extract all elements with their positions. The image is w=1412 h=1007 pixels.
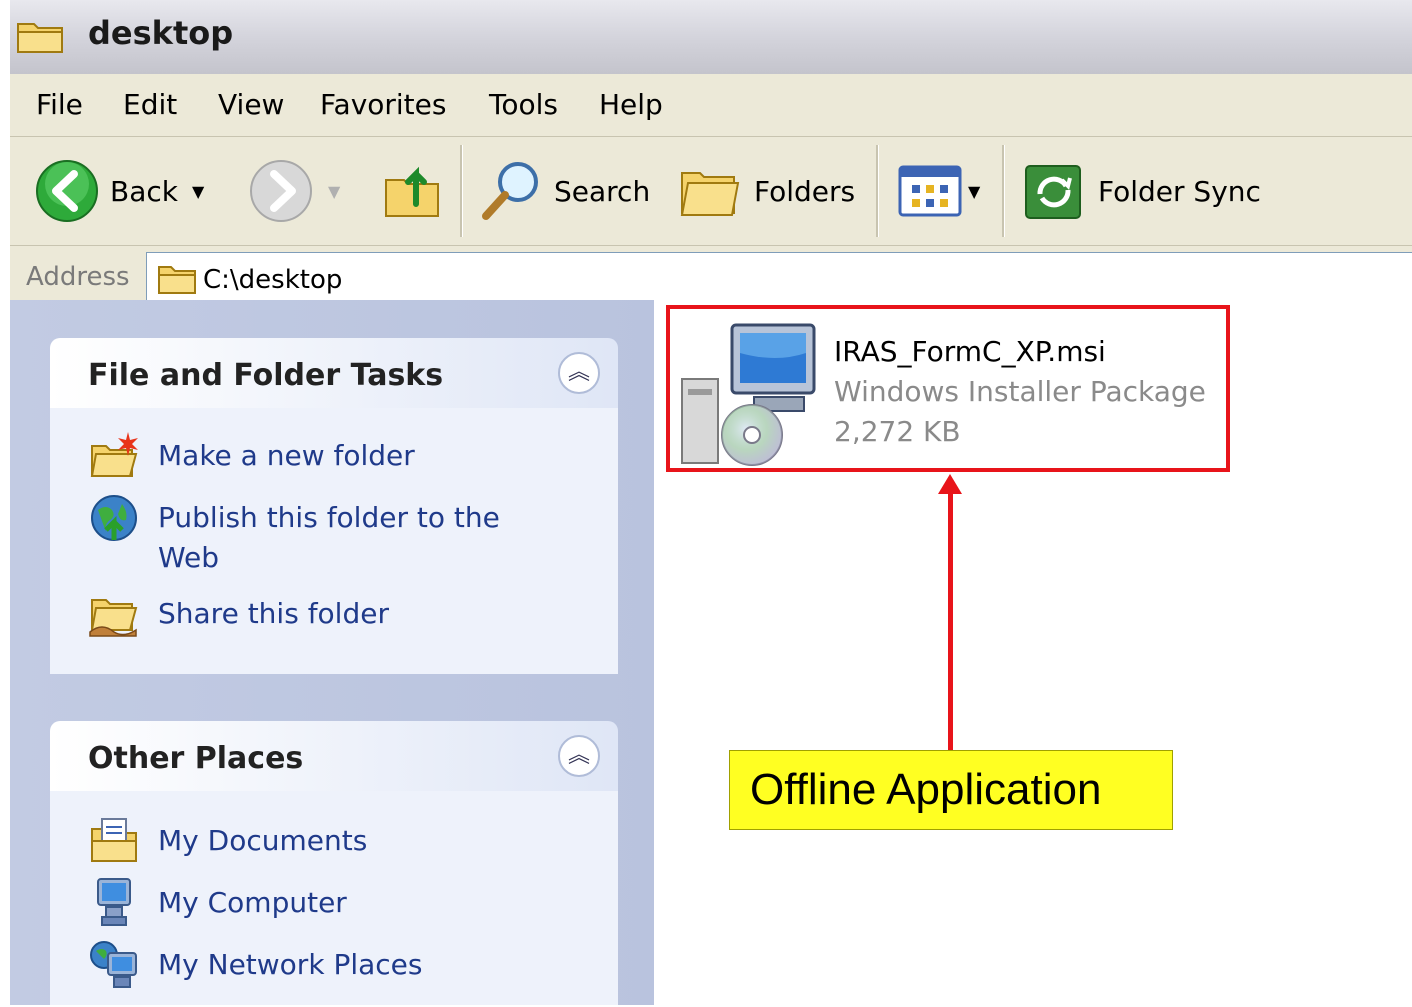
publish-web-icon (91, 495, 137, 541)
task-make-new-folder[interactable]: Make a new folder (50, 432, 618, 494)
task-share-folder[interactable]: Share this folder (50, 594, 618, 652)
menu-bar: File Edit View Favorites Tools Help (10, 74, 1412, 137)
menu-help[interactable]: Help (599, 88, 663, 121)
file-name: IRAS_FormC_XP.msi (834, 335, 1106, 368)
place-label: My Documents (158, 824, 368, 857)
place-my-documents[interactable]: My Documents (50, 818, 618, 883)
folders-button[interactable]: Folders (678, 137, 855, 245)
toolbar-separator (460, 145, 463, 237)
share-folder-icon (89, 599, 138, 637)
address-field[interactable]: C:\desktop (146, 252, 1412, 301)
back-label: Back (110, 174, 178, 208)
panel-header[interactable]: File and Folder Tasks ︽ (50, 338, 618, 408)
back-dropdown-icon[interactable]: ▼ (192, 182, 204, 201)
network-places-icon (90, 941, 137, 988)
task-label: Share this folder (158, 597, 389, 630)
toolbar: Back ▼ ▼ Search Folders ▼ Folder Sync (10, 137, 1412, 246)
task-pane: File and Folder Tasks ︽ Make a new folde… (10, 300, 654, 1005)
folder-icon (158, 266, 196, 294)
search-label: Search (554, 174, 651, 208)
file-item-highlight[interactable]: IRAS_FormC_XP.msi Windows Installer Pack… (666, 305, 1230, 472)
views-dropdown-icon[interactable]: ▼ (968, 182, 980, 201)
views-button[interactable]: ▼ (898, 137, 980, 245)
my-documents-icon (91, 818, 137, 862)
menu-view[interactable]: View (218, 88, 284, 121)
folder-sync-label: Folder Sync (1098, 174, 1261, 208)
annotation-callout: Offline Application (729, 750, 1173, 830)
menu-edit[interactable]: Edit (123, 88, 177, 121)
new-folder-icon (90, 432, 138, 477)
place-label: My Computer (158, 886, 347, 919)
annotation-arrow-line (948, 488, 953, 750)
address-path: C:\desktop (203, 265, 343, 295)
forward-button[interactable]: ▼ (248, 137, 340, 245)
search-icon (482, 162, 538, 220)
other-places-panel: Other Places ︽ My Documents My Computer … (50, 721, 618, 1005)
task-publish-folder[interactable]: Publish this folder to the Web (50, 494, 618, 594)
folder-icon (17, 23, 63, 53)
place-my-network-places[interactable]: My Network Places (50, 941, 618, 1007)
installer-package-icon (681, 323, 816, 466)
menu-file[interactable]: File (36, 88, 83, 121)
collapse-chevron-icon[interactable]: ︽ (558, 735, 600, 777)
forward-arrow-icon (250, 160, 312, 222)
place-my-computer[interactable]: My Computer (50, 878, 618, 945)
forward-dropdown-icon[interactable]: ▼ (328, 182, 340, 201)
file-size: 2,272 KB (834, 415, 961, 448)
back-arrow-icon (36, 160, 98, 222)
collapse-chevron-icon[interactable]: ︽ (558, 352, 600, 394)
panel-header[interactable]: Other Places ︽ (50, 721, 618, 791)
panel-body: My Documents My Computer My Network Plac… (50, 791, 618, 1005)
my-computer-icon (97, 878, 131, 926)
file-folder-tasks-panel: File and Folder Tasks ︽ Make a new folde… (50, 338, 618, 674)
toolbar-separator (1002, 145, 1005, 237)
folders-label: Folders (754, 174, 856, 208)
folder-sync-icon (1025, 165, 1081, 219)
up-folder-icon (385, 166, 439, 217)
task-label: Publish this folder to the Web (158, 501, 500, 574)
panel-title: Other Places (88, 741, 304, 776)
address-bar: Address C:\desktop (10, 246, 1412, 301)
folder-sync-button[interactable]: Folder Sync (1022, 137, 1261, 245)
menu-tools[interactable]: Tools (489, 88, 558, 121)
panel-body: Make a new folder Publish this folder to… (50, 408, 618, 674)
title-bar[interactable]: desktop (10, 0, 1412, 75)
views-icon (898, 165, 962, 217)
menu-favorites[interactable]: Favorites (320, 88, 446, 121)
panel-title: File and Folder Tasks (88, 358, 444, 393)
task-label: Make a new folder (158, 439, 415, 472)
window-title: desktop (88, 14, 234, 52)
address-label: Address (26, 262, 130, 292)
search-button[interactable]: Search (478, 137, 650, 245)
up-folder-button[interactable] (382, 137, 444, 245)
place-label: My Network Places (158, 948, 423, 981)
callout-text: Offline Application (750, 765, 1102, 814)
folders-icon (680, 172, 740, 216)
toolbar-separator (876, 145, 879, 237)
file-type: Windows Installer Package (834, 375, 1206, 408)
back-button[interactable]: Back ▼ (34, 137, 204, 245)
